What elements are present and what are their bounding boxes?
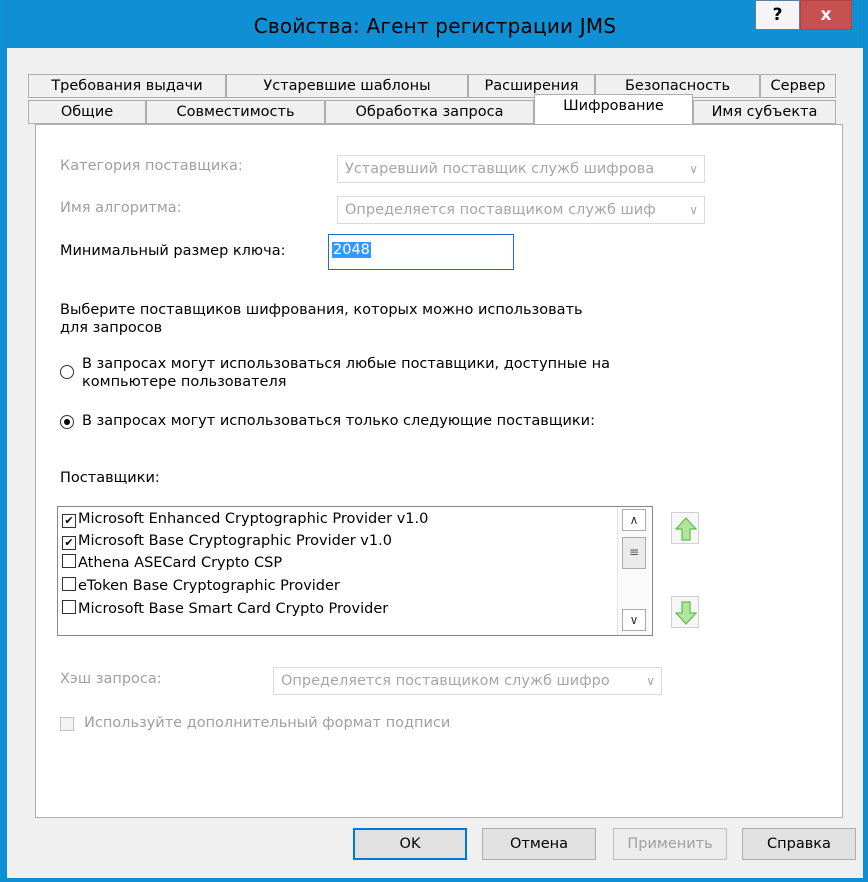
cancel-button[interactable]: Отмена bbox=[482, 828, 596, 860]
window-title: Свойства: Агент регистрации JMS bbox=[253, 14, 617, 38]
list-item[interactable]: Athena ASECard Crypto CSP bbox=[62, 552, 282, 574]
list-item[interactable]: ✔ Microsoft Base Cryptographic Provider v… bbox=[62, 530, 392, 552]
min-key-size-label: Минимальный размер ключа: bbox=[60, 243, 286, 259]
algorithm-value: Определяется поставщиком служб шиф bbox=[345, 202, 656, 218]
provider-category-select[interactable]: Устаревший поставщик служб шифрова ∨ bbox=[337, 155, 705, 183]
list-item[interactable]: eToken Base Cryptographic Provider bbox=[62, 575, 340, 597]
radio-any-providers[interactable] bbox=[60, 365, 74, 379]
checkbox-icon[interactable] bbox=[62, 600, 76, 614]
chevron-down-icon: ∨ bbox=[689, 203, 698, 217]
provider-category-label: Категория поставщика: bbox=[60, 158, 243, 174]
provider-category-value: Устаревший поставщик служб шифрова bbox=[345, 161, 655, 177]
scroll-up-icon[interactable]: ∧ bbox=[622, 509, 646, 531]
min-key-size-value: 2048 bbox=[332, 242, 371, 258]
tab-general[interactable]: Общие bbox=[28, 100, 146, 124]
arrow-down-icon bbox=[675, 601, 697, 625]
properties-dialog: Свойства: Агент регистрации JMS ? x Треб… bbox=[7, 0, 863, 878]
move-up-button[interactable] bbox=[671, 512, 699, 544]
tab-issuance-requirements[interactable]: Требования выдачи bbox=[28, 74, 226, 98]
tab-request-handling[interactable]: Обработка запроса bbox=[325, 100, 534, 124]
request-hash-select[interactable]: Определяется поставщиком служб шифро ∨ bbox=[273, 667, 662, 695]
move-down-button[interactable] bbox=[671, 596, 699, 628]
title-bar[interactable]: Свойства: Агент регистрации JMS ? x bbox=[7, 0, 863, 48]
help-button[interactable]: Справка bbox=[742, 828, 856, 860]
providers-label: Поставщики: bbox=[60, 470, 160, 486]
tab-superseded-templates[interactable]: Устаревшие шаблоны bbox=[226, 74, 468, 98]
apply-button[interactable]: Применить bbox=[613, 828, 727, 860]
tab-compatibility[interactable]: Совместимость bbox=[146, 100, 325, 124]
radio-only-providers[interactable] bbox=[60, 415, 74, 429]
checkbox-icon[interactable] bbox=[62, 577, 76, 591]
ok-button[interactable]: OK bbox=[353, 828, 467, 860]
algorithm-label: Имя алгоритма: bbox=[60, 200, 182, 216]
scroll-thumb[interactable]: ≡ bbox=[622, 537, 646, 569]
request-hash-value: Определяется поставщиком служб шифро bbox=[281, 673, 610, 689]
scroll-down-icon[interactable]: ∨ bbox=[622, 609, 646, 631]
alt-signature-label: Используйте дополнительный формат подпис… bbox=[84, 715, 451, 731]
choose-providers-text-2: для запросов bbox=[60, 320, 163, 336]
chevron-down-icon: ∨ bbox=[646, 674, 655, 688]
tab-subject-name[interactable]: Имя субъекта bbox=[693, 100, 836, 124]
arrow-up-icon bbox=[675, 517, 697, 541]
request-hash-label: Хэш запроса: bbox=[60, 671, 162, 687]
list-item[interactable]: Microsoft Base Smart Card Crypto Provide… bbox=[62, 598, 388, 620]
tab-server[interactable]: Сервер bbox=[760, 74, 836, 98]
close-icon[interactable]: x bbox=[800, 0, 852, 30]
list-item[interactable]: ✔ Microsoft Enhanced Cryptographic Provid… bbox=[62, 508, 428, 530]
algorithm-select[interactable]: Определяется поставщиком служб шиф ∨ bbox=[337, 196, 705, 224]
providers-list[interactable]: ✔ Microsoft Enhanced Cryptographic Provid… bbox=[57, 506, 653, 636]
chevron-down-icon: ∨ bbox=[689, 162, 698, 176]
checkbox-checked-icon[interactable]: ✔ bbox=[62, 536, 76, 550]
radio-any-providers-label-2: компьютере пользователя bbox=[82, 374, 287, 390]
radio-only-providers-label: В запросах могут использоваться только с… bbox=[82, 413, 595, 429]
min-key-size-input[interactable]: 2048 bbox=[328, 234, 514, 270]
checkbox-checked-icon[interactable]: ✔ bbox=[62, 514, 76, 528]
tab-cryptography[interactable]: Шифрование bbox=[534, 94, 693, 124]
radio-any-providers-label: В запросах могут использоваться любые по… bbox=[82, 356, 610, 372]
choose-providers-text: Выберите поставщиков шифрования, которых… bbox=[60, 302, 583, 318]
help-icon[interactable]: ? bbox=[755, 0, 800, 30]
checkbox-icon[interactable] bbox=[62, 554, 76, 568]
alt-signature-checkbox[interactable] bbox=[60, 717, 74, 731]
providers-scrollbar[interactable]: ∧ ≡ ∨ bbox=[617, 507, 652, 635]
